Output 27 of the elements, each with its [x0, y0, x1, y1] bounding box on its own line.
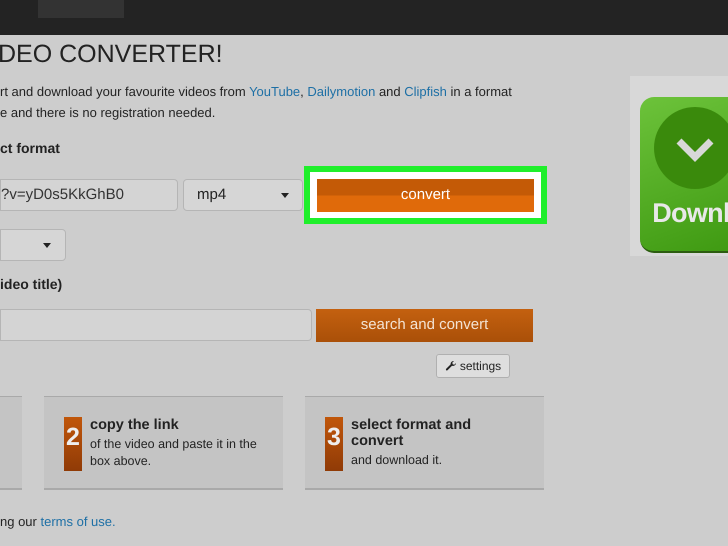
caret-icon: [281, 192, 289, 198]
intro-paragraph: rt and download your favourite videos from YouTube, Dailymotion and Clipfish in a format e and there is no registration needed.: [0, 83, 513, 122]
search-field[interactable]: [0, 309, 312, 341]
site-link[interactable]: YouTube: [249, 84, 300, 99]
step-text: and download it.: [351, 452, 444, 469]
download-label: Downl: [652, 197, 728, 230]
step-title: select format and convert: [351, 417, 472, 449]
site-link[interactable]: Clipfish: [404, 84, 447, 99]
step-number: 3: [325, 417, 343, 471]
url-field[interactable]: ?v=yD0s5KkGhB0: [0, 179, 178, 211]
terms-link[interactable]: terms of use.: [40, 514, 116, 529]
wrench-icon: [444, 360, 457, 372]
step-text: of the video and paste it in the box above.: [90, 436, 258, 470]
search-label: ideo title): [0, 275, 64, 294]
settings-button[interactable]: settings: [436, 354, 510, 378]
footer-text: ng our terms of use.: [0, 514, 117, 530]
quality-select[interactable]: [0, 229, 66, 261]
caret-icon: [43, 242, 51, 248]
format-select[interactable]: mp4: [183, 179, 303, 211]
format-label: ct format: [0, 139, 61, 158]
convert-button[interactable]: convert: [317, 178, 534, 212]
site-link[interactable]: Dailymotion: [307, 84, 376, 99]
step-title: copy the link: [90, 417, 180, 433]
step-number: 2: [64, 417, 82, 471]
search-convert-button[interactable]: search and convert: [316, 309, 533, 342]
download-tile[interactable]: Downl: [640, 97, 728, 253]
page-heading: DEO CONVERTER!: [0, 39, 224, 69]
